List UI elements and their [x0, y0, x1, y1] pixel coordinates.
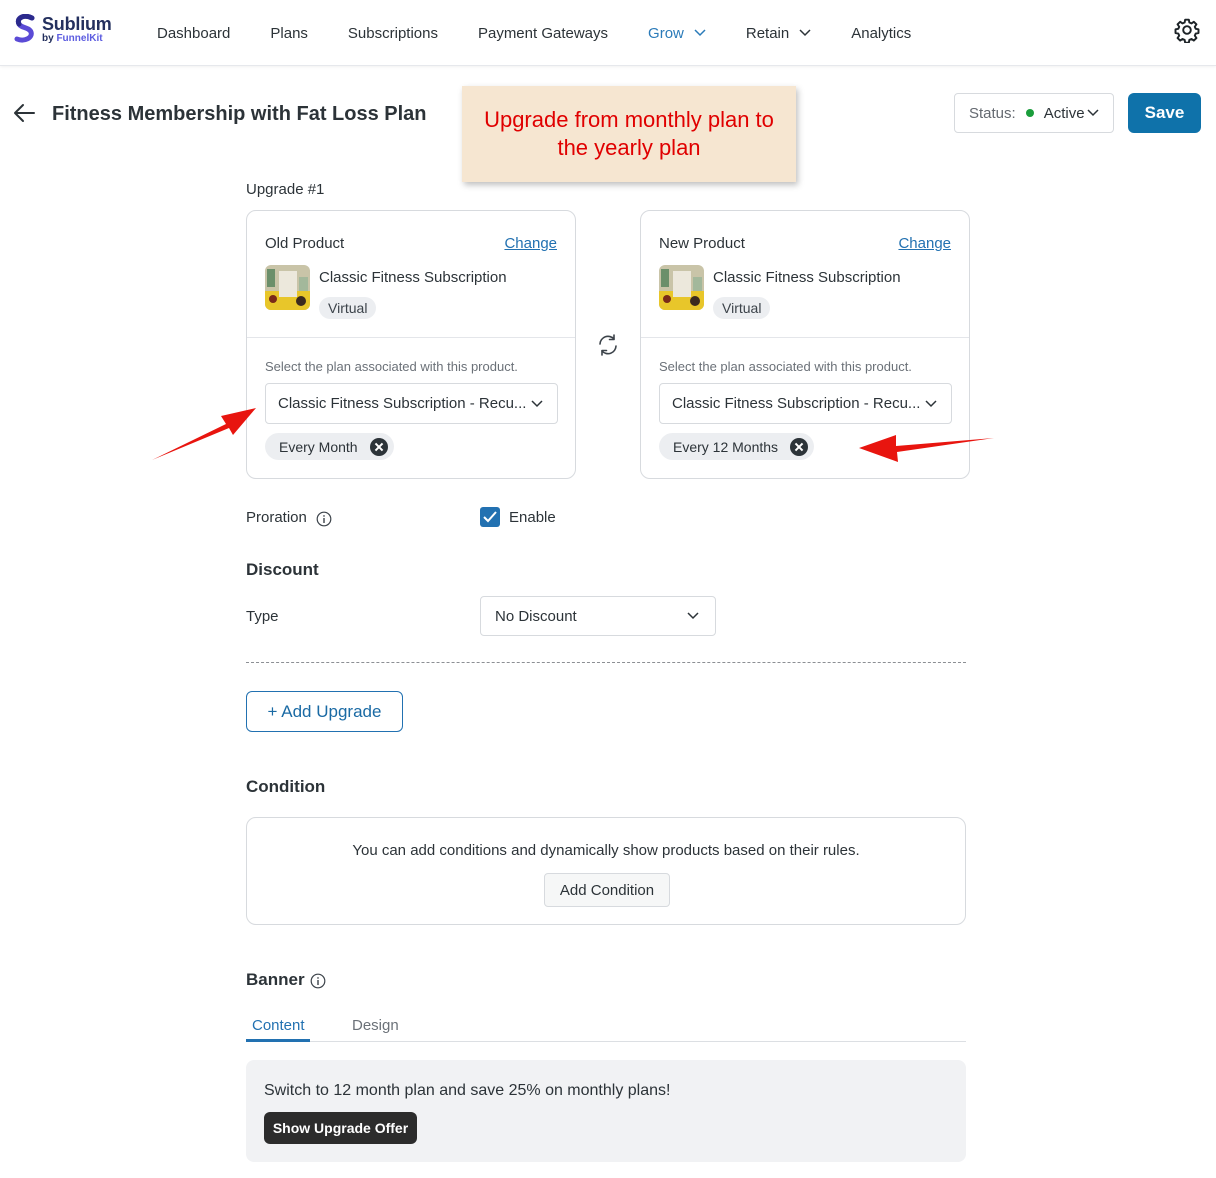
section-divider	[246, 662, 966, 663]
new-product-change-link[interactable]: Change	[898, 235, 951, 252]
product-thumbnail	[265, 265, 310, 310]
logo-by: by	[42, 32, 57, 44]
virtual-tag: Virtual	[713, 297, 771, 319]
old-plan-select-value: Classic Fitness Subscription - Recu...	[278, 395, 527, 412]
virtual-tag: Virtual	[319, 297, 377, 319]
logo-brand: FunnelKit	[56, 32, 103, 44]
proration-label: Proration	[246, 509, 307, 526]
upgrade-label: Upgrade #1	[246, 181, 325, 198]
condition-heading: Condition	[246, 777, 326, 796]
product-thumbnail	[659, 265, 704, 310]
status-value: Active	[1043, 104, 1085, 122]
discount-type-value: No Discount	[495, 607, 577, 625]
card-divider	[641, 337, 969, 338]
new-plan-hint: Select the plan associated with this pro…	[659, 359, 912, 374]
old-interval-label: Every Month	[279, 438, 358, 455]
nav-item-subscriptions[interactable]: Subscriptions	[348, 25, 438, 42]
nav-label: Dashboard	[157, 24, 231, 42]
old-product-card: Old Product Change Classic Fitness Subsc…	[246, 210, 576, 479]
nav-label: Analytics	[851, 24, 912, 42]
nav-label: Grow	[648, 24, 684, 42]
old-product-heading: Old Product	[265, 235, 345, 252]
new-product-name: Classic Fitness Subscription	[713, 269, 901, 286]
nav-item-analytics[interactable]: Analytics	[851, 25, 911, 42]
gear-icon[interactable]	[1174, 17, 1200, 43]
old-product-change-link[interactable]: Change	[504, 235, 557, 252]
nav-item-retain[interactable]: Retain	[746, 25, 811, 42]
chevron-down-icon	[687, 612, 699, 620]
banner-text: Switch to 12 month plan and save 25% on …	[264, 1082, 671, 1099]
swap-icon	[599, 334, 617, 356]
page-title: Fitness Membership with Fat Loss Plan	[52, 103, 427, 125]
condition-description: You can add conditions and dynamically s…	[352, 842, 860, 859]
nav-item-dashboard[interactable]: Dashboard	[157, 25, 230, 42]
annotation-arrow-left	[152, 408, 256, 460]
condition-panel: You can add conditions and dynamically s…	[246, 817, 966, 925]
chevron-down-icon	[799, 29, 811, 37]
discount-type-select[interactable]: No Discount	[480, 596, 716, 636]
chevron-down-icon	[694, 29, 706, 37]
discount-type-label: Type	[246, 608, 279, 625]
checkmark-icon	[483, 511, 497, 523]
logo-byline: by FunnelKit	[42, 32, 112, 44]
old-plan-hint: Select the plan associated with this pro…	[265, 359, 518, 374]
tab-design[interactable]: Design	[352, 1017, 399, 1034]
status-active-dot	[1025, 109, 1034, 117]
nav-item-payment-gateways[interactable]: Payment Gateways	[478, 25, 608, 42]
annotation-arrow-right	[859, 435, 994, 462]
info-icon[interactable]	[316, 511, 332, 527]
annotation-note-text: Upgrade from monthly plan to the yearly …	[484, 107, 774, 160]
chevron-down-icon	[1087, 109, 1099, 117]
show-upgrade-offer-button[interactable]: Show Upgrade Offer	[264, 1112, 417, 1144]
remove-chip-icon[interactable]	[790, 437, 809, 456]
chevron-down-icon	[531, 400, 543, 408]
nav-item-plans[interactable]: Plans	[270, 25, 308, 42]
nav-label: Plans	[270, 24, 308, 42]
logo-name: Sublium	[42, 13, 112, 34]
nav-item-grow[interactable]: Grow	[648, 25, 706, 42]
status-dropdown[interactable]: Status: Active	[954, 93, 1114, 133]
add-upgrade-button[interactable]: + Add Upgrade	[246, 691, 403, 732]
remove-chip-icon[interactable]	[369, 437, 388, 456]
banner-preview: Switch to 12 month plan and save 25% on …	[246, 1060, 966, 1162]
new-interval-chip: Every 12 Months	[659, 433, 815, 460]
save-button[interactable]: Save	[1128, 93, 1201, 133]
old-product-name: Classic Fitness Subscription	[319, 269, 507, 286]
proration-enable-checkbox[interactable]	[480, 507, 500, 527]
top-navigation-bar: Sublium by FunnelKit Dashboard Plans Sub…	[0, 0, 1216, 66]
new-interval-label: Every 12 Months	[673, 438, 779, 455]
banner-tabs: Content Design	[246, 1012, 966, 1042]
nav-label: Subscriptions	[347, 24, 438, 42]
banner-heading: Banner	[246, 970, 305, 989]
add-condition-button[interactable]: Add Condition	[544, 873, 670, 907]
info-icon[interactable]	[310, 973, 326, 989]
nav-label: Retain	[745, 24, 790, 42]
chevron-down-icon	[925, 400, 937, 408]
nav-label: Payment Gateways	[477, 24, 609, 42]
new-plan-select[interactable]: Classic Fitness Subscription - Recu...	[659, 383, 952, 424]
active-tab-indicator	[246, 1039, 310, 1042]
sublium-logo-icon	[14, 14, 35, 43]
old-interval-chip: Every Month	[265, 433, 394, 460]
back-arrow-icon[interactable]	[12, 102, 36, 124]
card-divider	[247, 337, 575, 338]
status-label: Status:	[969, 104, 1016, 122]
tab-content[interactable]: Content	[252, 1017, 305, 1034]
proration-enable-label: Enable	[509, 509, 556, 526]
new-product-heading: New Product	[659, 235, 745, 252]
old-plan-select[interactable]: Classic Fitness Subscription - Recu...	[265, 383, 558, 424]
sublium-logo[interactable]: Sublium by FunnelKit	[14, 14, 112, 44]
discount-heading: Discount	[246, 560, 319, 579]
main-nav: Dashboard Plans Subscriptions Payment Ga…	[157, 0, 951, 66]
annotation-note: Upgrade from monthly plan to the yearly …	[462, 86, 796, 182]
new-plan-select-value: Classic Fitness Subscription - Recu...	[672, 395, 921, 412]
